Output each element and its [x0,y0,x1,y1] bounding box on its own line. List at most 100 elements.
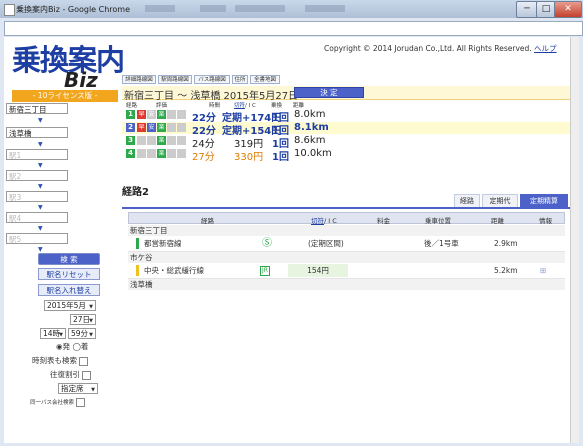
route-row[interactable]: 1 早安楽 22分 定期+174円 1回 8.0km [122,109,570,124]
copyright-text: Copyright © 2014 Jorudan Co.,Ltd. All Ri… [324,44,532,53]
logo: 乗換案内 Biz [12,37,125,92]
hour-select[interactable]: 14時 [40,328,66,340]
route-badge: 楽 [157,110,166,119]
arrival-label: 着 [80,342,89,351]
to-station-input[interactable]: 浅草橋 [6,127,68,138]
via-station-input-2[interactable]: 駅2 [6,170,68,181]
line-color-bar [136,265,139,276]
day-select[interactable]: 27日 [70,314,96,326]
col-fare: 切符/ I C [234,101,256,109]
segment-row: 中央・総武緩行線 JR 154円 5.2km ⊞ [128,263,565,279]
route-badge [167,123,176,132]
reset-stations-button[interactable]: 駅名リセット [38,268,100,280]
year-month-select[interactable]: 2015年5月 [44,300,96,312]
swap-stations-button[interactable]: 駅名入れ替え [38,284,100,296]
line-name[interactable]: 中央・総武緩行線 [144,263,204,278]
tab-route[interactable]: 経路 [454,194,480,207]
route-number[interactable]: 3 [126,136,135,145]
route-distance: 8.1km [294,122,329,133]
timetable-option: 時刻表も検索 [32,355,88,366]
route-badge [177,123,186,132]
result-header: 新宿三丁目 ～ 浅草橋 2015年5月27日 決 定 [122,86,570,102]
tab-commuter-fare[interactable]: 定期代 [482,194,518,207]
down-arrow-icon: ▼ [38,141,43,148]
th-charge: 料金 [377,217,390,225]
logo-sub: Biz [64,68,98,92]
th-info: 情報 [539,217,552,225]
route-badge [177,136,186,145]
jr-icon: JR [260,266,270,276]
address-bar[interactable] [4,21,583,36]
segment-distance: 2.9km [494,239,518,248]
col-transfer: 乗換 [271,103,283,109]
route-number[interactable]: 1 [126,110,135,119]
via-station-input-3[interactable]: 駅3 [6,191,68,202]
arrival-radio[interactable]: ◯ [72,342,80,351]
route-distance: 8.6km [294,135,326,146]
confirm-button[interactable]: 決 定 [294,87,364,98]
car-position: 後／1号車 [424,239,459,248]
minimize-button[interactable]: ─ [516,1,538,18]
route-distance: 10.0km [294,148,332,159]
tab-full-map[interactable]: 全書地図 [250,75,280,84]
th-fare-ic: / I C [324,217,337,225]
station-row: 浅草橋 [128,279,565,290]
seat-select[interactable]: 指定席 [58,383,98,395]
subway-icon: Ⓢ [262,238,272,249]
th-distance: 距離 [491,217,504,225]
scrollbar[interactable] [570,37,579,443]
maximize-button[interactable]: □ [536,1,556,18]
route-fare: 330円 [234,152,264,163]
tab-detail-map[interactable]: 詳細路線図 [122,75,156,84]
tab-address[interactable]: 住所 [232,75,248,84]
down-arrow-icon: ▼ [38,204,43,211]
via-station-input-1[interactable]: 駅1 [6,149,68,160]
col-eval: 評価 [156,103,168,109]
tab-station-map[interactable]: 駅周路線図 [158,75,192,84]
timetable-checkbox[interactable] [79,356,88,366]
route-row[interactable]: 2 早安楽 22分 定期+154円 1回 8.1km [122,122,570,137]
station-row: 市ケ谷 [128,252,565,263]
col-route: 経路 [126,103,138,109]
tab-bus-map[interactable]: バス路線図 [194,75,230,84]
result-title: 新宿三丁目 ～ 浅草橋 2015年5月27日 [124,91,299,102]
route-badge [137,149,146,158]
info-icon[interactable]: ⊞ [540,263,546,278]
close-button[interactable]: ✕ [554,1,582,18]
station-row: 新宿三丁目 [128,225,565,236]
roundtrip-checkbox[interactable] [82,370,91,380]
route-row[interactable]: 4 楽 27分 330円 1回 10.0km [122,148,570,163]
route-number[interactable]: 2 [126,123,135,132]
segment-fare: (定期区間) [308,239,344,248]
from-station-input[interactable]: 新宿三丁目 [6,103,68,114]
via-station-input-5[interactable]: 駅5 [6,233,68,244]
th-route: 経路 [201,217,214,225]
route-row[interactable]: 3 楽 24分 319円 1回 8.6km [122,135,570,150]
route-distance: 8.0km [294,109,326,120]
route-badge: 早 [137,110,146,119]
window-title: 乗換案内Biz - Google Chrome [16,5,131,14]
tab-commuter-settle[interactable]: 定期精算 [520,194,568,207]
route-time: 27分 [192,152,215,163]
bus-checkbox[interactable] [76,398,86,407]
blurred-tab-text [235,5,285,12]
route-number[interactable]: 4 [126,149,135,158]
route-transfer: 1回 [272,152,289,163]
route-badge: 楽 [157,149,166,158]
route-badge [177,110,186,119]
minute-select[interactable]: 59分 [68,328,96,340]
line-name[interactable]: 都営新宿線 [144,236,182,251]
th-fare: 切符/ I C [311,215,337,225]
line-color-bar [136,238,139,249]
th-fare-link[interactable]: 切符 [311,217,324,225]
via-station-input-4[interactable]: 駅4 [6,212,68,223]
down-arrow-icon: ▼ [38,162,43,169]
route-badge [137,136,146,145]
th-car-pos: 乗車位置 [425,217,451,225]
route-badge [167,136,176,145]
departure-label: 発 [62,342,71,351]
search-button[interactable]: 検 索 [38,253,100,265]
dep-arr-radios: ◉発 ◯着 [56,341,88,352]
detail-tab-bar: 経路 定期代 定期精算 [122,193,570,209]
help-link[interactable]: ヘルプ [534,44,557,53]
